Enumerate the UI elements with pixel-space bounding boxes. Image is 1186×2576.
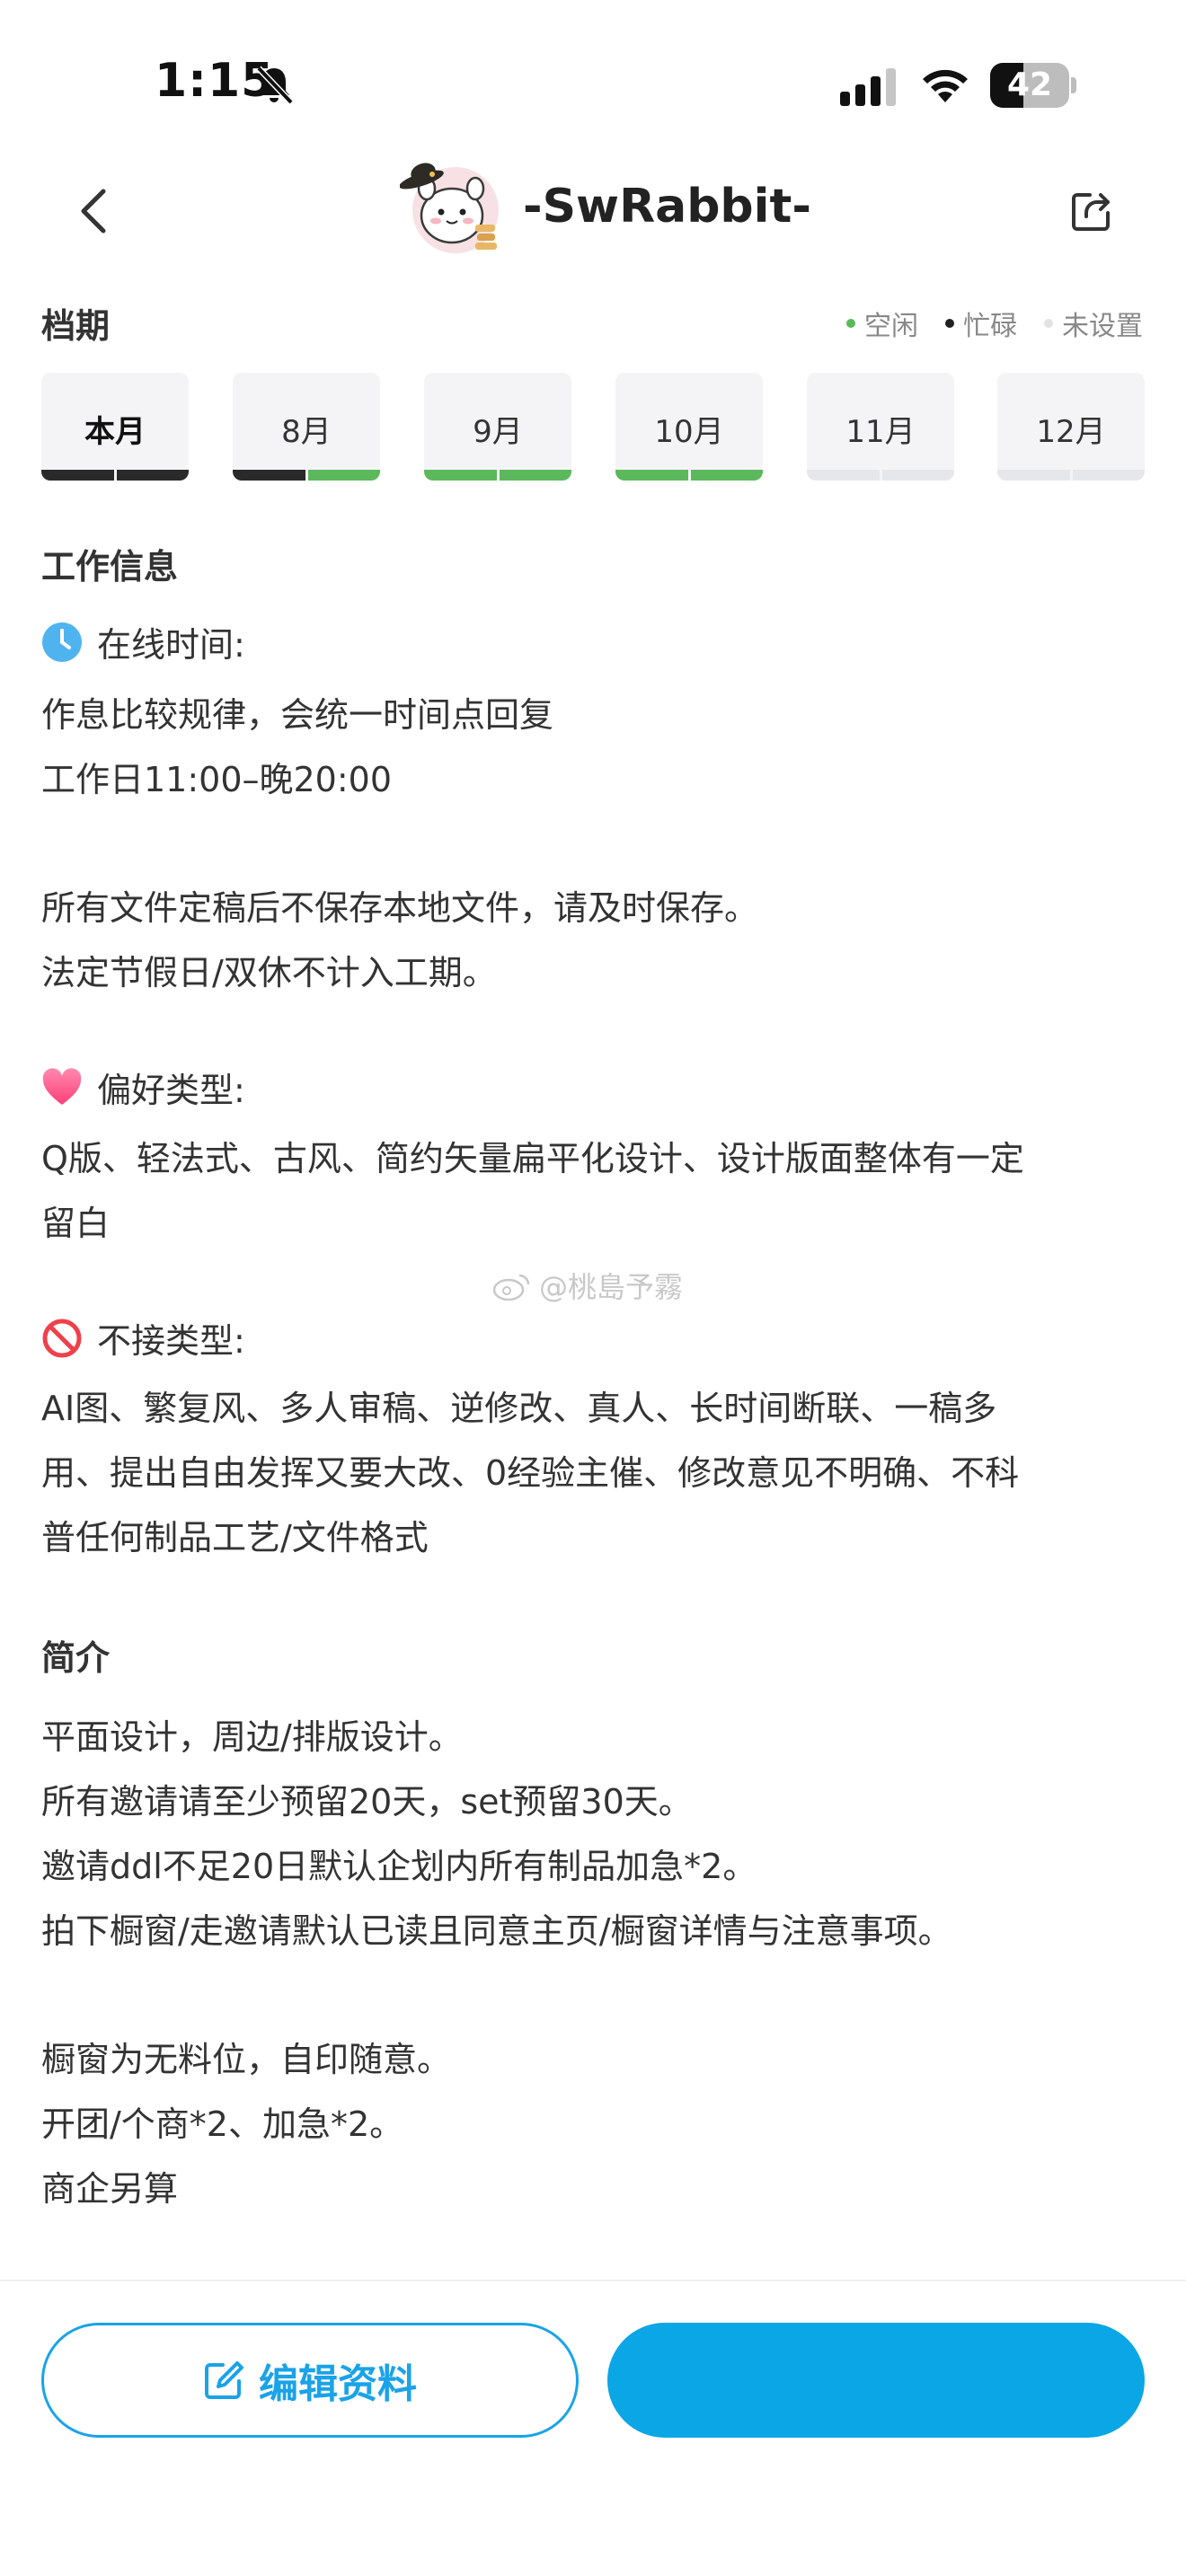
edit-profile-button[interactable]: 编辑资料 <box>41 2323 579 2438</box>
share-icon <box>1072 193 1110 231</box>
legend-unset: 未设置 <box>1044 304 1143 343</box>
reject-label: 不接类型: <box>97 1321 245 1361</box>
reject-text: AI图、繁复风、多人审稿、逆修改、真人、长时间断联、一稿多 用、提出自由发挥又要… <box>41 1376 1155 1570</box>
heart-icon <box>42 1067 82 1105</box>
month-status-bar <box>997 470 1145 481</box>
prefer-label: 偏好类型: <box>97 1071 245 1110</box>
month-status-segment <box>1072 470 1145 481</box>
file-policy-text: 所有文件定稿后不保存本地文件，请及时保存。 法定节假日/双休不计入工期。 <box>41 876 1155 1005</box>
text-line: 工作日11:00–晚20:00 <box>41 760 393 799</box>
month-status-bar <box>424 470 571 481</box>
month-card-aug[interactable]: 8月 <box>233 373 380 481</box>
month-label: 10月 <box>654 414 724 450</box>
chevron-left-icon <box>81 189 106 234</box>
share-button[interactable] <box>1060 180 1123 243</box>
text-line: 邀请ddl不足20日默认企划内所有制品加急*2。 <box>41 1847 757 1886</box>
legend-free-dot <box>846 319 855 328</box>
month-card-oct[interactable]: 10月 <box>615 373 763 481</box>
text-line: AI图、繁复风、多人审稿、逆修改、真人、长时间断联、一稿多 <box>41 1389 997 1428</box>
back-button[interactable] <box>63 180 126 243</box>
text-line: 商企另算 <box>41 2169 179 2209</box>
text-line: 用、提出自由发挥又要大改、0经验主催、修改意见不明确、不科 <box>41 1453 1020 1493</box>
legend-unset-dot <box>1044 319 1053 328</box>
edit-icon <box>205 2361 243 2399</box>
reject-label-row: 不接类型: <box>41 1313 245 1363</box>
intro-title: 简介 <box>41 1638 111 1678</box>
month-status-segment <box>307 470 380 481</box>
bell-off-icon <box>256 66 294 105</box>
month-card-dec[interactable]: 12月 <box>997 373 1145 481</box>
text-line: 法定节假日/双休不计入工期。 <box>41 953 497 992</box>
legend-busy-dot <box>945 319 954 328</box>
text-line: 开团/个商*2、加急*2。 <box>41 2104 404 2144</box>
month-status-bar <box>615 470 763 481</box>
month-status-segment <box>807 470 880 481</box>
month-label: 9月 <box>473 414 523 450</box>
online-time-label-row: 在线时间: <box>41 617 245 666</box>
month-label: 本月 <box>84 414 146 450</box>
month-status-segment <box>499 470 571 481</box>
schedule-title: 档期 <box>41 306 111 346</box>
clock-icon <box>42 622 82 662</box>
work-info-title: 工作信息 <box>41 547 179 587</box>
legend-busy-label: 忙碌 <box>963 311 1017 342</box>
intro-text-a: 平面设计，周边/排版设计。 所有邀请请至少预留20天，set预留30天。 邀请d… <box>41 1705 1155 1963</box>
legend-free: 空闲 <box>846 304 918 343</box>
text-line: 所有邀请请至少预留20天，set预留30天。 <box>41 1782 693 1822</box>
profile-name: -SwRabbit- <box>523 180 811 234</box>
text-line: 作息比较规律，会统一时间点回复 <box>41 695 554 735</box>
status-bar: 1:15 42 <box>0 0 1186 162</box>
text-line: 橱窗为无料位，自印随意。 <box>41 2040 452 2079</box>
weibo-icon <box>492 1274 530 1301</box>
edit-profile-label: 编辑资料 <box>259 2361 417 2407</box>
text-line: Q版、轻法式、古风、简约矢量扁平化设计、设计版面整体有一定 <box>41 1139 1024 1178</box>
online-time-label: 在线时间: <box>97 625 245 665</box>
month-card-sep[interactable]: 9月 <box>424 373 571 481</box>
month-status-bar <box>807 470 954 481</box>
avatar[interactable] <box>400 153 508 260</box>
signal-icon <box>840 68 896 106</box>
month-status-bar <box>41 470 189 481</box>
prohibited-icon <box>42 1319 82 1357</box>
text-line: 普任何制品工艺/文件格式 <box>41 1518 429 1557</box>
month-label: 8月 <box>281 414 332 450</box>
watermark-text: @桃島予霧 <box>539 1270 684 1304</box>
month-status-segment <box>997 470 1070 481</box>
schedule-legend: 空闲 忙碌 未设置 <box>846 304 1143 343</box>
legend-free-label: 空闲 <box>864 311 918 342</box>
month-status-segment <box>41 470 114 481</box>
month-status-segment <box>116 470 189 481</box>
legend-busy: 忙碌 <box>945 304 1017 343</box>
text-line: 拍下橱窗/走邀请默认已读且同意主页/橱窗详情与注意事项。 <box>41 1911 952 1951</box>
legend-unset-label: 未设置 <box>1062 311 1143 342</box>
text-line: 留白 <box>41 1204 111 1243</box>
primary-action-button[interactable] <box>607 2323 1145 2438</box>
text-line: 平面设计，周边/排版设计。 <box>41 1717 463 1757</box>
profile-header: -SwRabbit- <box>0 153 1186 269</box>
bottom-divider <box>0 2280 1186 2281</box>
month-card-nov[interactable]: 11月 <box>807 373 954 481</box>
month-status-segment <box>615 470 688 481</box>
prefer-label-row: 偏好类型: <box>41 1063 245 1112</box>
month-status-segment <box>424 470 497 481</box>
intro-text-b: 橱窗为无料位，自印随意。 开团/个商*2、加急*2。 商企另算 <box>41 2027 1155 2221</box>
month-label: 12月 <box>1036 414 1106 450</box>
month-selector: 本月 8月 9月 10月 11月 12月 <box>41 373 1145 481</box>
month-status-segment <box>690 470 763 481</box>
month-status-segment <box>881 470 954 481</box>
battery-level: 42 <box>1006 66 1053 103</box>
online-time-text: 作息比较规律，会统一时间点回复 工作日11:00–晚20:00 <box>41 683 1155 812</box>
watermark: @桃島予霧 <box>492 1265 683 1306</box>
battery-indicator: 42 <box>990 63 1076 108</box>
month-status-segment <box>233 470 305 481</box>
text-line: 所有文件定稿后不保存本地文件，请及时保存。 <box>41 888 759 928</box>
prefer-text: Q版、轻法式、古风、简约矢量扁平化设计、设计版面整体有一定 留白 <box>41 1126 1155 1256</box>
month-label: 11月 <box>845 414 916 450</box>
month-status-bar <box>233 470 380 481</box>
wifi-icon <box>923 69 968 102</box>
month-card-current[interactable]: 本月 <box>41 373 189 481</box>
